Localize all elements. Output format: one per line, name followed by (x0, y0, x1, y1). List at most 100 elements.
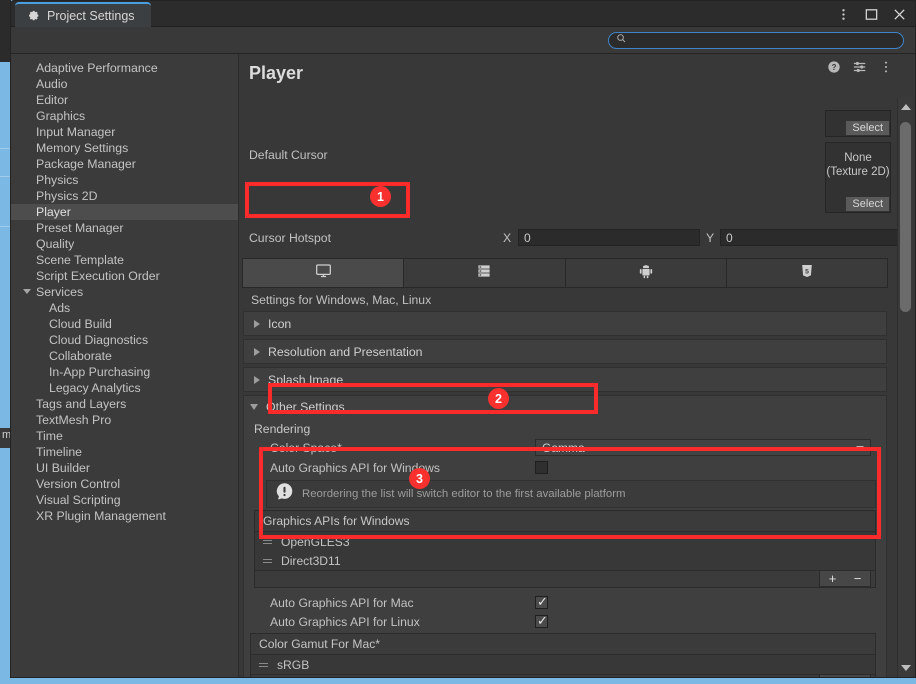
sidebar-item-tags-and-layers[interactable]: Tags and Layers (11, 396, 238, 412)
platform-tab-dedicated-server[interactable] (404, 259, 566, 287)
scrollbar-thumb[interactable] (900, 122, 911, 312)
foldout-label: Other Settings (266, 400, 345, 414)
foldout-resolution-and-presentation[interactable]: Resolution and Presentation (243, 339, 887, 364)
sidebar-item-collaborate[interactable]: Collaborate (11, 348, 238, 364)
page-title: Player (249, 63, 304, 83)
sidebar-item-services[interactable]: Services (11, 284, 238, 300)
chevron-right-icon (254, 375, 260, 384)
preset-icon[interactable] (853, 60, 867, 74)
sidebar-item-graphics[interactable]: Graphics (11, 108, 238, 124)
auto-graphics-api-mac-checkbox[interactable] (535, 594, 548, 610)
sidebar-item-preset-manager[interactable]: Preset Manager (11, 220, 238, 236)
sidebar-item-textmesh-pro[interactable]: TextMesh Pro (11, 412, 238, 428)
kebab-menu-icon[interactable] (879, 60, 893, 74)
sidebar-item-memory-settings[interactable]: Memory Settings (11, 140, 238, 156)
object-field-value: None (Texture 2D) (826, 143, 890, 179)
sidebar-item-label: Visual Scripting (36, 493, 121, 507)
kebab-menu-icon[interactable] (836, 7, 851, 22)
remove-button[interactable]: − (854, 571, 862, 586)
badge-number: 3 (416, 471, 423, 486)
sidebar-item-input-manager[interactable]: Input Manager (11, 124, 238, 140)
section-other-settings: Other Settings Rendering Color Space* Ga… (243, 395, 887, 677)
foldout-other-settings[interactable]: Other Settings (244, 396, 886, 418)
tab-project-settings[interactable]: Project Settings (15, 2, 151, 27)
cursor-object-field-top[interactable]: Select (825, 110, 891, 137)
chevron-down-icon (250, 404, 258, 410)
list-item[interactable]: OpenGLES3 (255, 532, 875, 551)
default-cursor-object-field[interactable]: None (Texture 2D) Select (825, 142, 891, 213)
platform-tab-bar[interactable]: 5 (242, 258, 888, 288)
chevron-right-icon (254, 347, 260, 356)
help-icon[interactable]: ? (827, 60, 841, 74)
scroll-up-arrow-icon[interactable] (901, 104, 911, 110)
color-gamut-item-label: sRGB (277, 657, 310, 672)
select-button[interactable]: Select (846, 121, 889, 135)
svg-text:5: 5 (805, 268, 809, 275)
sidebar-item-in-app-purchasing[interactable]: In-App Purchasing (11, 364, 238, 380)
sidebar-item-physics-2d[interactable]: Physics 2D (11, 188, 238, 204)
color-space-dropdown[interactable]: Gamma (535, 439, 871, 456)
settings-for-label: Settings for Windows, Mac, Linux (251, 293, 432, 307)
platform-tab-android[interactable] (565, 259, 727, 287)
maximize-icon[interactable] (864, 7, 879, 22)
player-settings-panel: Player ? Default Cursor Select None (Tex… (239, 54, 915, 677)
color-space-row: Color Space* Gamma (244, 438, 886, 457)
auto-graphics-api-linux-checkbox[interactable] (535, 613, 548, 629)
remove-button[interactable]: − (854, 675, 862, 677)
scroll-down-arrow-icon[interactable] (901, 665, 911, 671)
cursor-hotspot-y-input[interactable] (720, 229, 900, 246)
sidebar-item-label: Cloud Diagnostics (49, 333, 149, 347)
drag-handle-icon[interactable] (263, 539, 272, 545)
color-gamut-mac-list[interactable]: Color Gamut For Mac* sRGB + − (250, 633, 876, 677)
sidebar-item-quality[interactable]: Quality (11, 236, 238, 252)
auto-graphics-api-windows-checkbox[interactable] (535, 461, 548, 474)
annotation-badge-1: 1 (370, 186, 391, 207)
auto-graphics-api-mac-label: Auto Graphics API for Mac (270, 595, 414, 610)
cursor-hotspot-x-input[interactable] (518, 229, 700, 246)
close-icon[interactable] (892, 7, 907, 22)
annotation-badge-3: 3 (409, 468, 430, 489)
sidebar-item-cloud-diagnostics[interactable]: Cloud Diagnostics (11, 332, 238, 348)
chevron-down-icon[interactable] (23, 289, 31, 294)
sidebar-item-visual-scripting[interactable]: Visual Scripting (11, 492, 238, 508)
sidebar-item-timeline[interactable]: Timeline (11, 444, 238, 460)
select-button[interactable]: Select (846, 197, 889, 211)
platform-tab-webgl[interactable]: 5 (726, 259, 887, 287)
search-box[interactable] (608, 31, 904, 49)
foldout-splash-image[interactable]: Splash Image (243, 367, 887, 392)
vertical-scrollbar[interactable] (897, 98, 913, 677)
graphics-apis-windows-list[interactable]: Graphics APIs for Windows OpenGLES3 Dire… (254, 510, 876, 588)
sidebar-item-legacy-analytics[interactable]: Legacy Analytics (11, 380, 238, 396)
drag-handle-icon[interactable] (263, 558, 272, 564)
settings-sidebar[interactable]: Adaptive Performance Audio Editor Graphi… (11, 54, 239, 677)
list-item[interactable]: sRGB (251, 655, 875, 674)
cursor-hotspot-x-label: X (503, 231, 512, 245)
sidebar-item-time[interactable]: Time (11, 428, 238, 444)
panel-header: Player ? (239, 54, 915, 98)
sidebar-item-editor[interactable]: Editor (11, 92, 238, 108)
sidebar-item-package-manager[interactable]: Package Manager (11, 156, 238, 172)
search-icon (616, 31, 627, 49)
foldout-icon[interactable]: Icon (243, 311, 887, 336)
sidebar-item-cloud-build[interactable]: Cloud Build (11, 316, 238, 332)
sidebar-item-label: Quality (36, 237, 75, 251)
sidebar-item-adaptive-performance[interactable]: Adaptive Performance (11, 60, 238, 76)
color-gamut-list-footer: + − (251, 674, 875, 677)
sidebar-item-version-control[interactable]: Version Control (11, 476, 238, 492)
sidebar-item-physics[interactable]: Physics (11, 172, 238, 188)
sidebar-item-ui-builder[interactable]: UI Builder (11, 460, 238, 476)
sidebar-item-ads[interactable]: Ads (11, 300, 238, 316)
sidebar-item-scene-template[interactable]: Scene Template (11, 252, 238, 268)
search-input[interactable] (632, 34, 896, 46)
sidebar-item-xr-plugin-management[interactable]: XR Plugin Management (11, 508, 238, 524)
webgl-html5-icon: 5 (799, 263, 815, 284)
color-space-label: Color Space* (270, 440, 342, 455)
platform-tab-desktop[interactable] (243, 259, 405, 287)
add-button[interactable]: + (829, 675, 837, 677)
sidebar-item-script-execution-order[interactable]: Script Execution Order (11, 268, 238, 284)
list-item[interactable]: Direct3D11 (255, 551, 875, 570)
drag-handle-icon[interactable] (259, 662, 268, 668)
sidebar-item-player[interactable]: Player (11, 204, 238, 220)
add-button[interactable]: + (829, 571, 837, 586)
sidebar-item-audio[interactable]: Audio (11, 76, 238, 92)
